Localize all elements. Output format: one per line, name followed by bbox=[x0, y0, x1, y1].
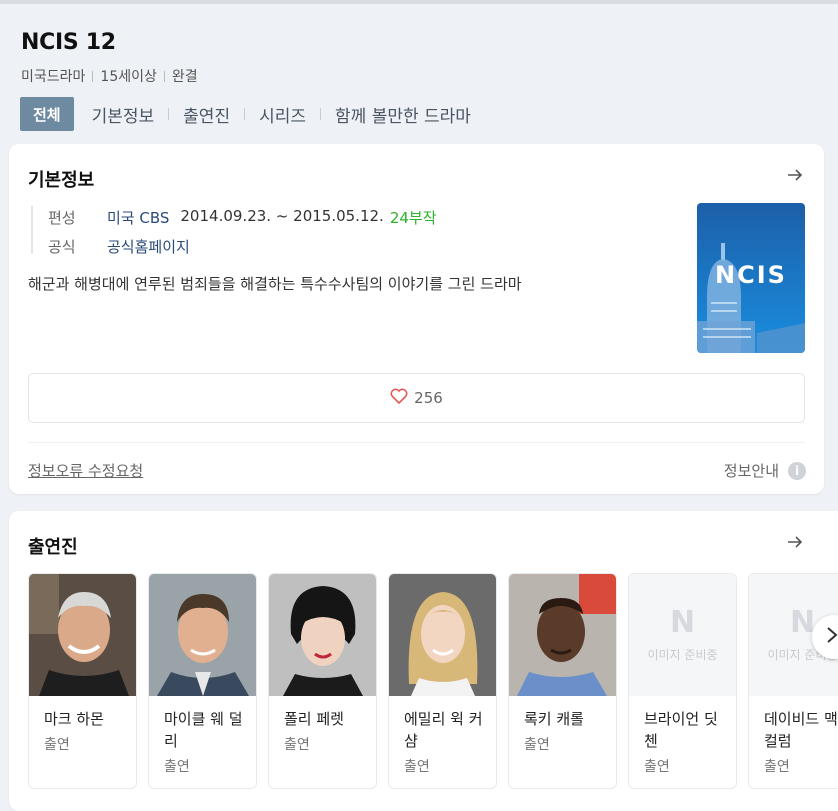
broadcast-period: 2014.09.23. ~ 2015.05.12. bbox=[180, 207, 384, 225]
heart-icon bbox=[390, 388, 408, 408]
cast-item[interactable]: N 이미지 준비중 데이비드 맥컬럼 출연 bbox=[748, 573, 838, 789]
official-label: 공식 bbox=[48, 238, 76, 256]
episode-count: 24부작 bbox=[389, 209, 437, 227]
official-row: 공식 공식홈페이지 bbox=[48, 236, 201, 257]
tab-bar: 전체 기본정보 출연진 시리즈 함께 볼만한 드라마 bbox=[20, 97, 471, 131]
tab-separator bbox=[320, 108, 322, 120]
meta-rating: 15세이상 bbox=[100, 69, 157, 85]
cast-role: 출연 bbox=[164, 759, 190, 775]
divider bbox=[28, 442, 805, 443]
cast-name: 데이비드 맥컬럼 bbox=[764, 710, 838, 750]
tab-separator bbox=[244, 108, 246, 120]
tab-basic-info[interactable]: 기본정보 bbox=[92, 97, 155, 131]
image-placeholder: N 이미지 준비중 bbox=[629, 574, 736, 696]
meta-status: 완결 bbox=[171, 69, 198, 85]
cast-role: 출연 bbox=[644, 759, 670, 775]
page-title: NCIS 12 bbox=[21, 30, 116, 55]
cast-name: 마크 하몬 bbox=[44, 710, 104, 728]
like-count: 256 bbox=[414, 389, 443, 407]
placeholder-logo: N bbox=[669, 604, 696, 640]
cast-item[interactable]: 에밀리 윅 커샴 출연 bbox=[388, 573, 497, 789]
cast-photo bbox=[269, 574, 376, 696]
info-bar bbox=[31, 206, 33, 254]
arrow-right-icon[interactable] bbox=[785, 166, 805, 186]
cast-title: 출연진 bbox=[28, 537, 78, 558]
basic-info-title: 기본정보 bbox=[28, 170, 95, 191]
cast-item[interactable]: 마크 하몬 출연 bbox=[28, 573, 137, 789]
meta-separator bbox=[163, 70, 165, 82]
cast-photo bbox=[29, 574, 136, 696]
broadcast-channel-link[interactable]: 미국 CBS bbox=[107, 207, 169, 228]
meta-separator bbox=[92, 70, 94, 82]
cast-item[interactable]: N 이미지 준비중 브라이언 딧첸 출연 bbox=[628, 573, 737, 789]
info-guide-button[interactable]: 정보안내 i bbox=[724, 460, 806, 481]
cast-photo bbox=[149, 574, 256, 696]
cast-name: 에밀리 윅 커샴 bbox=[404, 710, 483, 750]
cast-item[interactable]: 마이클 웨 덜리 출연 bbox=[148, 573, 257, 789]
broadcast-row: 편성 미국 CBS 2014.09.23. ~ 2015.05.12. 24부작 bbox=[48, 207, 437, 228]
basic-info-card: 기본정보 편성 미국 CBS 2014.09.23. ~ 2015.05.12.… bbox=[9, 144, 824, 494]
info-icon: i bbox=[788, 461, 806, 480]
tab-cast[interactable]: 출연진 bbox=[183, 97, 230, 131]
cast-photo bbox=[389, 574, 496, 696]
tab-separator bbox=[168, 108, 170, 120]
broadcast-label: 편성 bbox=[48, 209, 76, 227]
cast-item[interactable]: 록키 캐롤 출연 bbox=[508, 573, 617, 789]
cast-name: 마이클 웨 덜리 bbox=[164, 710, 243, 750]
tab-all[interactable]: 전체 bbox=[20, 97, 74, 131]
placeholder-text: 이미지 준비중 bbox=[647, 647, 718, 662]
poster-title: NCIS bbox=[715, 261, 787, 289]
cast-photo bbox=[509, 574, 616, 696]
drama-poster[interactable]: NCIS bbox=[697, 203, 805, 353]
cast-name: 폴리 페렛 bbox=[284, 710, 344, 728]
tab-series[interactable]: 시리즈 bbox=[259, 97, 306, 131]
arrow-right-icon[interactable] bbox=[785, 533, 805, 553]
header: NCIS 12 미국드라마 15세이상 완결 전체 기본정보 출연진 시리즈 함… bbox=[0, 4, 838, 140]
cast-list: 마크 하몬 출연 마이클 웨 덜리 출연 폴리 페렛 출연 에밀리 윅 커샴 출… bbox=[28, 573, 838, 789]
like-button[interactable]: 256 bbox=[28, 373, 805, 423]
cast-role: 출연 bbox=[284, 737, 310, 753]
cast-card: 출연진 마크 하몬 출연 마이클 웨 덜리 출연 폴리 페렛 출연 에밀리 윅 … bbox=[9, 511, 838, 811]
cast-item[interactable]: 폴리 페렛 출연 bbox=[268, 573, 377, 789]
cast-name: 록키 캐롤 bbox=[524, 710, 584, 728]
info-guide-label: 정보안내 bbox=[723, 462, 779, 480]
tab-related-dramas[interactable]: 함께 볼만한 드라마 bbox=[335, 97, 471, 131]
report-error-link[interactable]: 정보오류 수정요청 bbox=[28, 460, 143, 481]
cast-name: 브라이언 딧첸 bbox=[644, 710, 718, 750]
cast-role: 출연 bbox=[44, 737, 70, 753]
meta-info: 미국드라마 15세이상 완결 bbox=[21, 66, 198, 86]
chevron-right-icon bbox=[826, 625, 838, 649]
cast-role: 출연 bbox=[764, 759, 790, 775]
cast-role: 출연 bbox=[404, 759, 430, 775]
official-homepage-link[interactable]: 공식홈페이지 bbox=[107, 236, 190, 257]
drama-description: 해군과 해병대에 연루된 범죄들을 해결하는 특수수사팀의 이야기를 그린 드라… bbox=[28, 275, 522, 293]
meta-genre: 미국드라마 bbox=[21, 69, 86, 85]
cast-role: 출연 bbox=[524, 737, 550, 753]
